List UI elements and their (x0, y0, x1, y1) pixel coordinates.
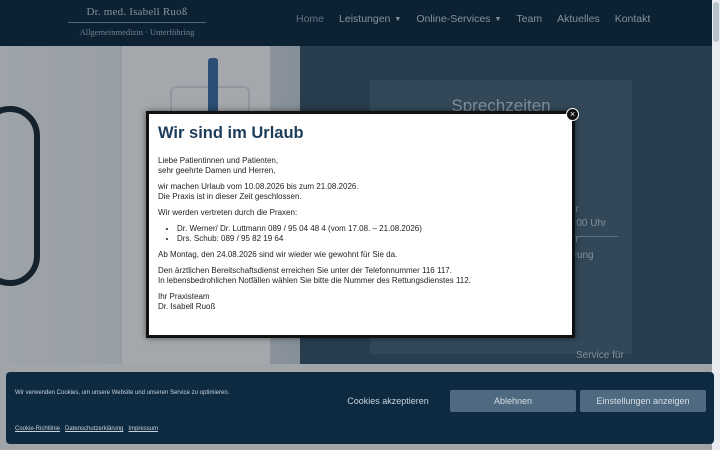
modal-line: Den ärztlichen Bereitschaftsdienst errei… (158, 266, 452, 275)
cookie-settings-button[interactable]: Einstellungen anzeigen (580, 390, 706, 412)
modal-paragraph: Ihr Praxisteam Dr. Isabell Ruoß (158, 292, 563, 312)
modal-paragraph: Liebe Patientinnen und Patienten, sehr ge… (158, 156, 563, 176)
accept-cookies-button[interactable]: Cookies akzeptieren (330, 391, 446, 411)
list-item: Dr. Werner/ Dr. Luttmann 089 / 95 04 48 … (177, 224, 563, 234)
imprint-link[interactable]: Impressum (128, 426, 158, 432)
deny-cookies-button[interactable]: Ablehnen (450, 390, 576, 412)
modal-line: Ihr Praxisteam (158, 292, 210, 301)
close-icon[interactable]: × (566, 108, 579, 121)
modal-line: wir machen Urlaub vom 10.08.2026 bis zum… (158, 182, 359, 191)
modal-line: Liebe Patientinnen und Patienten, (158, 156, 279, 165)
modal-paragraph: Den ärztlichen Bereitschaftsdienst errei… (158, 266, 563, 286)
modal-paragraph: Ab Montag, den 24.08.2026 sind wir wiede… (158, 250, 398, 259)
modal-line: Die Praxis ist in dieser Zeit geschlosse… (158, 192, 302, 201)
list-item: Drs. Schub: 089 / 95 82 19 64 (177, 234, 563, 244)
modal-line: Dr. Isabell Ruoß (158, 302, 216, 311)
modal-paragraph: Wir werden vertreten durch die Praxen: (158, 208, 298, 217)
cookie-banner: Wir verwenden Cookies, um unsere Website… (6, 372, 714, 444)
modal-line: In lebensbedrohlichen Notfällen wählen S… (158, 276, 471, 285)
cookie-links: Cookie-Richtlinie Datenschutzerklärung I… (15, 426, 158, 432)
scrollbar-thumb[interactable] (713, 2, 719, 42)
privacy-link[interactable]: Datenschutzerklärung (65, 426, 123, 432)
modal-paragraph: wir machen Urlaub vom 10.08.2026 bis zum… (158, 182, 563, 202)
cookie-message: Wir verwenden Cookies, um unsere Website… (15, 390, 230, 396)
substitute-list: Dr. Werner/ Dr. Luttmann 089 / 95 04 48 … (177, 224, 563, 244)
vacation-modal: Wir sind im Urlaub Liebe Patientinnen un… (146, 111, 575, 338)
modal-title: Wir sind im Urlaub (158, 124, 304, 142)
cookie-policy-link[interactable]: Cookie-Richtlinie (15, 426, 60, 432)
modal-line: sehr geehrte Damen und Herren, (158, 166, 276, 175)
